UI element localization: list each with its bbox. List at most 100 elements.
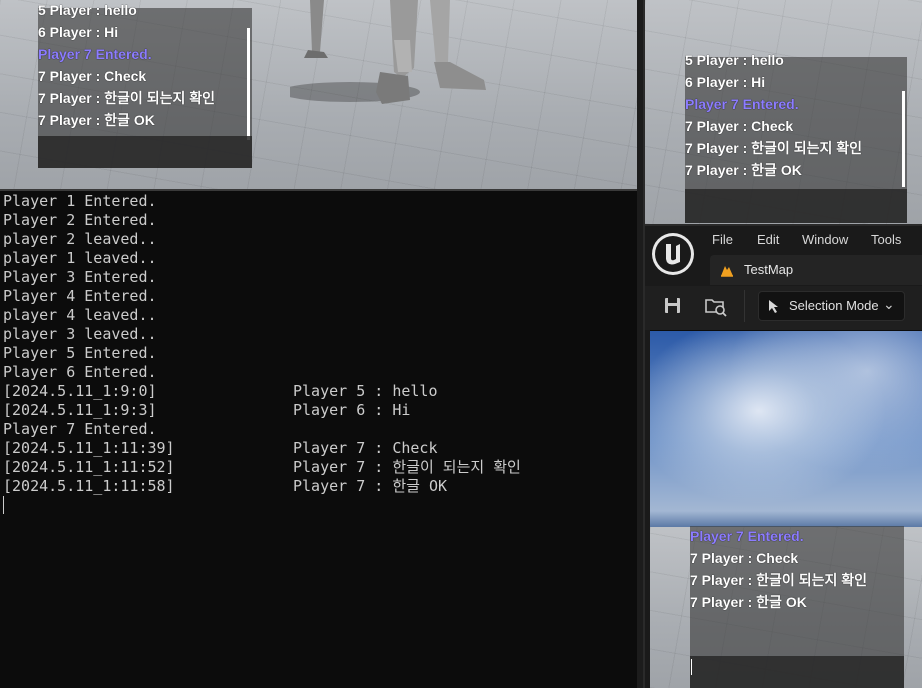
menu-file[interactable]: File bbox=[712, 232, 733, 247]
console-line: [2024.5.11_1:11:39] Player 7 : Check bbox=[3, 439, 633, 458]
chat-system-message: Player 7 Entered. bbox=[38, 43, 215, 65]
menu-edit[interactable]: Edit bbox=[757, 232, 779, 247]
chat-sender: 7 Player bbox=[38, 90, 92, 106]
console-line-prefix: Player 2 Entered. bbox=[3, 211, 157, 229]
chat-sender: 7 Player bbox=[685, 162, 739, 178]
chat-system-message: Player 7 Entered. bbox=[690, 525, 867, 547]
chat-message: 6 Player : Hi bbox=[38, 21, 215, 43]
console-line-prefix: Player 4 Entered. bbox=[3, 287, 157, 305]
chat-separator: : bbox=[743, 550, 757, 566]
chat-message-list: 5 Player : hello 6 Player : Hi Player 7 En… bbox=[685, 49, 862, 181]
chat-text: Check bbox=[104, 68, 147, 84]
console-line: [2024.5.11_1:9:3] Player 6 : Hi bbox=[3, 401, 633, 420]
console-line: player 1 leaved.. bbox=[3, 249, 633, 268]
chat-sender: 6 Player bbox=[38, 24, 92, 40]
chat-text: 한글이 되는지 확인 bbox=[756, 572, 867, 588]
chat-text: 한글이 되는지 확인 bbox=[751, 140, 862, 156]
chat-message: 7 Player : 한글 OK bbox=[38, 109, 215, 131]
chat-separator: : bbox=[738, 52, 752, 68]
console-line: [2024.5.11_1:9:0] Player 5 : hello bbox=[3, 382, 633, 401]
console-line: Player 5 Entered. bbox=[3, 344, 633, 363]
chat-separator: : bbox=[91, 90, 105, 106]
chat-message-list: 5 Player : hello 6 Player : Hi Player 7 En… bbox=[38, 0, 215, 131]
chat-text: Check bbox=[756, 550, 799, 566]
console-line-prefix: [2024.5.11_1:9:0] bbox=[3, 382, 157, 400]
chat-system-message: Player 7 Entered. bbox=[685, 93, 862, 115]
console-line-prefix: Player 3 Entered. bbox=[3, 268, 157, 286]
save-icon[interactable] bbox=[657, 290, 687, 320]
chat-scrollbar[interactable] bbox=[902, 91, 905, 187]
chat-separator: : bbox=[738, 118, 752, 134]
console-line: Player 1 Entered. bbox=[3, 192, 633, 211]
chat-sender: 7 Player bbox=[38, 112, 92, 128]
chevron-down-icon: ⌄ bbox=[883, 296, 895, 312]
chat-scrollbar[interactable] bbox=[247, 28, 250, 140]
chat-message: 7 Player : 한글이 되는지 확인 bbox=[38, 87, 215, 109]
chat-sender: 7 Player bbox=[690, 594, 744, 610]
chat-input[interactable] bbox=[38, 136, 252, 168]
tab-label: TestMap bbox=[744, 262, 794, 277]
console-line-message: Player 7 : 한글이 되는지 확인 bbox=[293, 458, 521, 476]
console-line: player 3 leaved.. bbox=[3, 325, 633, 344]
selection-mode-label: Selection Mode bbox=[789, 298, 879, 313]
console-line-prefix: player 2 leaved.. bbox=[3, 230, 157, 248]
chat-separator: : bbox=[91, 112, 105, 128]
chat-sender: 7 Player bbox=[690, 550, 744, 566]
chat-text: Player 7 Entered. bbox=[690, 528, 804, 544]
chat-separator: : bbox=[738, 162, 752, 178]
chat-sender: 7 Player bbox=[685, 118, 739, 134]
console-log: Player 1 Entered. Player 2 Entered. player… bbox=[3, 192, 633, 496]
console-line-message: Player 7 : 한글 OK bbox=[293, 477, 448, 495]
server-console: Player 1 Entered. Player 2 Entered. player… bbox=[0, 191, 645, 688]
console-line-prefix: player 3 leaved.. bbox=[3, 325, 157, 343]
chat-input[interactable] bbox=[685, 189, 907, 223]
menu-tools[interactable]: Tools bbox=[871, 232, 901, 247]
chat-text: hello bbox=[751, 52, 784, 68]
chat-separator: : bbox=[738, 140, 752, 156]
chat-text: 한글 OK bbox=[104, 112, 155, 128]
unreal-logo-icon[interactable] bbox=[652, 233, 694, 275]
chat-sender: 7 Player bbox=[690, 572, 744, 588]
chat-text: Hi bbox=[104, 24, 119, 40]
chat-text: Hi bbox=[751, 74, 766, 90]
chat-sender: 6 Player bbox=[685, 74, 739, 90]
chat-message: 7 Player : 한글 OK bbox=[685, 159, 862, 181]
chat-sender: 5 Player bbox=[38, 2, 92, 18]
chat-text: Check bbox=[751, 118, 794, 134]
chat-text: Player 7 Entered. bbox=[38, 46, 152, 62]
console-line: Player 4 Entered. bbox=[3, 287, 633, 306]
console-line-prefix: [2024.5.11_1:11:58] bbox=[3, 477, 175, 495]
chat-message: 7 Player : 한글이 되는지 확인 bbox=[690, 569, 867, 591]
menu-window[interactable]: Window bbox=[802, 232, 848, 247]
chat-separator: : bbox=[743, 594, 757, 610]
console-line: player 2 leaved.. bbox=[3, 230, 633, 249]
console-line-prefix: [2024.5.11_1:11:39] bbox=[3, 439, 175, 457]
chat-panel-client-1: 5 Player : hello 6 Player : Hi Player 7 En… bbox=[38, 2, 252, 168]
chat-sender: 7 Player bbox=[38, 68, 92, 84]
console-line-prefix: Player 5 Entered. bbox=[3, 344, 157, 362]
chat-separator: : bbox=[743, 572, 757, 588]
browse-folder-icon[interactable] bbox=[701, 290, 731, 320]
console-line-prefix: [2024.5.11_1:9:3] bbox=[3, 401, 157, 419]
console-line: Player 6 Entered. bbox=[3, 363, 633, 382]
chat-message-list: Player 7 Entered. 7 Player : Check 7 Playe… bbox=[690, 525, 867, 613]
chat-text: 한글 OK bbox=[756, 594, 807, 610]
level-icon bbox=[721, 266, 733, 277]
chat-message: 7 Player : Check bbox=[38, 65, 215, 87]
chat-input[interactable] bbox=[690, 656, 904, 688]
chat-message: 5 Player : hello bbox=[685, 49, 862, 71]
console-line: player 4 leaved.. bbox=[3, 306, 633, 325]
chat-text: 한글이 되는지 확인 bbox=[104, 90, 215, 106]
chat-separator: : bbox=[91, 68, 105, 84]
console-cursor bbox=[3, 496, 4, 514]
chat-message: 7 Player : 한글이 되는지 확인 bbox=[685, 137, 862, 159]
selection-mode-dropdown[interactable]: Selection Mode ⌄ bbox=[758, 291, 905, 321]
tab-testmap[interactable]: TestMap bbox=[710, 255, 922, 285]
console-line: Player 7 Entered. bbox=[3, 420, 633, 439]
console-line-prefix: [2024.5.11_1:11:52] bbox=[3, 458, 175, 476]
console-line-prefix: Player 1 Entered. bbox=[3, 192, 157, 210]
console-line: Player 3 Entered. bbox=[3, 268, 633, 287]
chat-panel-client-2: 5 Player : hello 6 Player : Hi Player 7 En… bbox=[685, 52, 907, 223]
editor-viewport-sky[interactable] bbox=[650, 331, 922, 531]
chat-message: 7 Player : 한글 OK bbox=[690, 591, 867, 613]
